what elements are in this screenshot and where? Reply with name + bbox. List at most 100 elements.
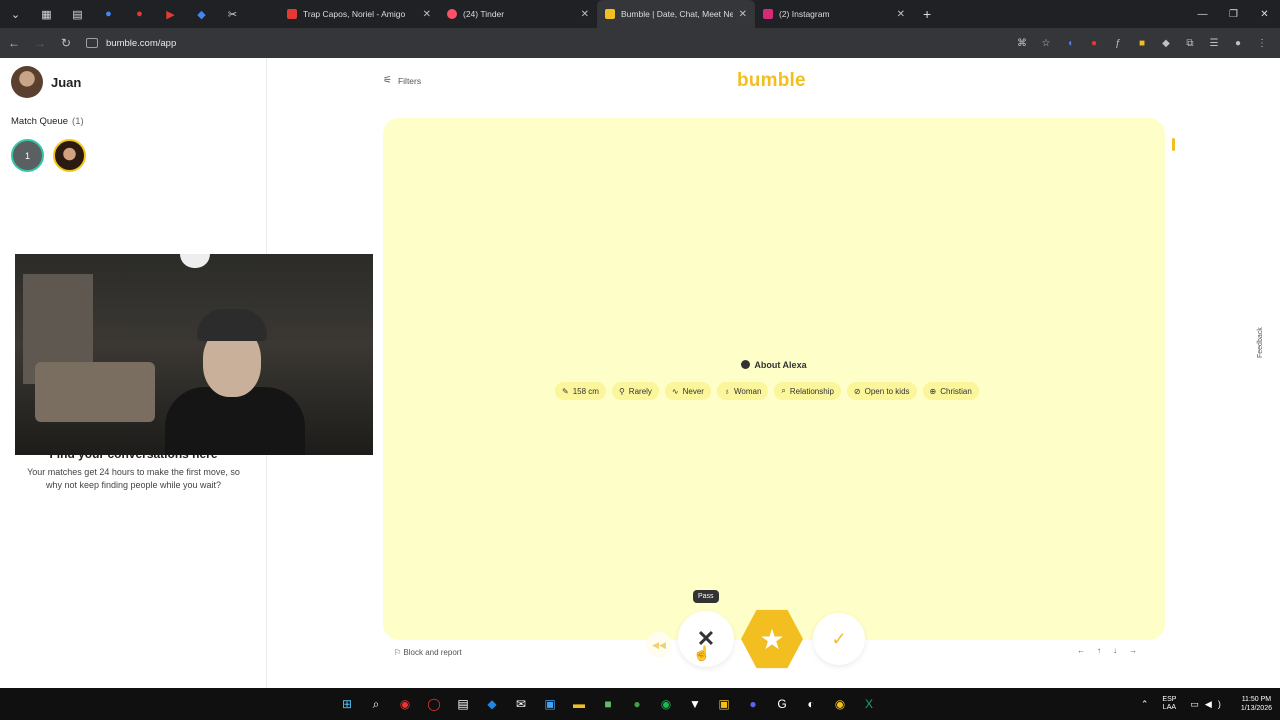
arrow-right-icon: → — [1129, 646, 1137, 655]
search-icon: ⌕ — [781, 386, 786, 395]
about-icon — [741, 360, 751, 369]
user-name: Juan — [51, 74, 82, 90]
attribute-chip-label: 158 cm — [572, 386, 599, 396]
close-icon[interactable]: ✕ — [581, 9, 589, 20]
minimize-icon[interactable]: — — [1187, 0, 1218, 28]
address-bar[interactable]: bumble.com/app — [86, 32, 986, 54]
app-icon-4[interactable]: G — [771, 693, 793, 715]
minecraft-icon[interactable]: ■ — [597, 693, 619, 715]
match-queue-avatar[interactable] — [53, 139, 86, 172]
feedback-tab[interactable]: Feedback — [1257, 327, 1264, 358]
pinned-tab-4[interactable]: ● — [124, 0, 155, 28]
clock[interactable]: 11:50 PM 1/13/2026 — [1241, 695, 1272, 713]
rewind-button[interactable]: ◀◀ — [646, 632, 672, 658]
lang-code: ESP — [1162, 696, 1177, 703]
time-text: 11:50 PM — [1241, 696, 1272, 703]
bumble-icon — [605, 9, 615, 19]
tab-search-icon[interactable]: ⌄ — [0, 0, 31, 28]
site-info-icon[interactable] — [86, 38, 98, 48]
attribute-chip: ⚲ Rarely — [611, 382, 659, 400]
attribute-chip-label: Never — [682, 386, 704, 396]
attribute-chip-label: Open to kids — [864, 386, 910, 396]
translate-icon[interactable]: ⌘ — [1010, 38, 1034, 49]
profile-card[interactable]: About Alexa ✎ 158 cm ⚲ Rarely ∿ Never ♁ Woman ⌕ R… — [383, 118, 1165, 640]
filters-icon: ⚟ — [383, 75, 392, 86]
tab-bumble[interactable]: Bumble | Date, Chat, Meet New ✕ — [597, 0, 755, 28]
new-tab-button[interactable]: + — [913, 6, 941, 22]
windows-start-icon[interactable]: ⊞ — [336, 693, 358, 715]
app-icon-1[interactable]: ▤ — [452, 693, 474, 715]
tab-title: Trap Capos, Noriel - Amigo — [303, 9, 406, 19]
extension-1-icon[interactable]: ◖ — [1058, 38, 1082, 49]
opera-icon[interactable]: ◯ — [423, 693, 445, 715]
reading-list-icon[interactable]: ☰ — [1202, 38, 1226, 49]
match-queue-label: Match Queue — [11, 116, 69, 127]
sidebar: Juan Match Queue(1) 1 Find your conversa… — [0, 58, 373, 688]
pinned-tab-6[interactable]: ◆ — [186, 0, 217, 28]
pinned-tab-3[interactable]: ● — [93, 0, 124, 28]
tab-instagram[interactable]: (2) Instagram ✕ — [755, 0, 913, 28]
pinned-tab-2[interactable]: ▤ — [62, 0, 93, 28]
extension-2-icon[interactable]: ● — [1082, 38, 1106, 49]
menu-icon[interactable]: ⋮ — [1250, 38, 1274, 49]
photos-icon[interactable]: ▣ — [539, 693, 561, 715]
restore-icon[interactable]: ❐ — [1218, 0, 1249, 28]
forward-icon[interactable]: → — [28, 36, 52, 50]
chrome-active-icon[interactable]: ◉ — [829, 693, 851, 715]
attribute-chip: ✎ 158 cm — [555, 382, 606, 400]
steam-icon[interactable]: ◐ — [800, 693, 822, 715]
card-scroll-indicator[interactable] — [1172, 138, 1175, 151]
attribute-chip-label: Relationship — [789, 386, 834, 396]
pinned-tab-8[interactable] — [248, 0, 279, 28]
extension-4-icon[interactable]: ■ — [1130, 38, 1154, 49]
pass-tooltip: Pass — [693, 590, 719, 603]
network-volume-icons[interactable]: ▭◀) — [1190, 699, 1226, 710]
vpn-icon[interactable]: ▼ — [684, 693, 706, 715]
back-icon[interactable]: ← — [2, 36, 26, 50]
attribute-chip: ∿ Never — [664, 382, 711, 400]
block-and-report-link[interactable]: ⚐ Block and report — [394, 648, 462, 657]
url-text: bumble.com/app — [106, 37, 177, 49]
match-queue-beeline[interactable]: 1 — [11, 139, 44, 172]
close-icon[interactable]: ✕ — [897, 9, 905, 20]
pinned-tab-7[interactable]: ✂ — [217, 0, 248, 28]
language-indicator[interactable]: ESP LAA — [1162, 696, 1176, 712]
bumble-logo: bumble — [737, 70, 806, 91]
pinned-tab-1[interactable]: ▦ — [31, 0, 62, 28]
tab-youtube[interactable]: Trap Capos, Noriel - Amigo ✕ — [279, 0, 439, 28]
extension-3-icon[interactable]: ƒ — [1106, 38, 1130, 49]
ruler-icon: ✎ — [562, 386, 569, 396]
file-explorer-icon[interactable]: ▬ — [568, 693, 590, 715]
chrome-icon[interactable]: ◉ — [394, 693, 416, 715]
attribute-chip-label: Rarely — [628, 386, 652, 396]
close-icon[interactable]: ✕ — [739, 9, 747, 20]
bumble-app: Juan Match Queue(1) 1 Find your conversa… — [0, 58, 1280, 688]
windows-taskbar: ⊞ ⌕ ◉ ◯ ▤ ◆ ✉ ▣ ▬ ■ ● ◉ ▼ ▣ ● G ◐ ◉ X ⌃ … — [0, 688, 1280, 720]
window-controls: — ❐ ✕ — [1187, 0, 1280, 28]
extensions-puzzle-icon[interactable]: ⧉ — [1178, 38, 1202, 49]
search-icon[interactable]: ⌕ — [365, 693, 387, 715]
close-window-icon[interactable]: ✕ — [1249, 0, 1280, 28]
bookmark-star-icon[interactable]: ☆ — [1034, 38, 1058, 49]
tray-overflow-icon[interactable]: ⌃ — [1141, 699, 1149, 710]
app-icon-3[interactable]: ▣ — [713, 693, 735, 715]
xbox-icon[interactable]: ● — [626, 693, 648, 715]
extension-5-icon[interactable]: ◆ — [1154, 38, 1178, 49]
discord-icon[interactable]: ● — [742, 693, 764, 715]
keyboard-shortcuts: ← ↑ ↓ → — [1077, 646, 1137, 655]
defender-icon[interactable]: ◆ — [481, 693, 503, 715]
reload-icon[interactable]: ↻ — [54, 36, 78, 50]
app-icon-2[interactable]: ✉ — [510, 693, 532, 715]
excel-icon[interactable]: X — [858, 693, 880, 715]
arrow-left-icon: ← — [1077, 646, 1085, 655]
tab-tinder[interactable]: (24) Tinder ✕ — [439, 0, 597, 28]
like-button[interactable]: ✓ — [813, 613, 865, 665]
avatar[interactable] — [11, 66, 43, 98]
user-profile[interactable]: Juan — [11, 66, 81, 98]
filters-button[interactable]: ⚟ Filters — [383, 75, 421, 86]
close-icon[interactable]: ✕ — [423, 9, 431, 20]
profile-icon[interactable]: ● — [1226, 38, 1250, 49]
attribute-chip-label: Christian — [940, 386, 972, 396]
spotify-icon[interactable]: ◉ — [655, 693, 677, 715]
pinned-tab-5[interactable]: ▶ — [155, 0, 186, 28]
